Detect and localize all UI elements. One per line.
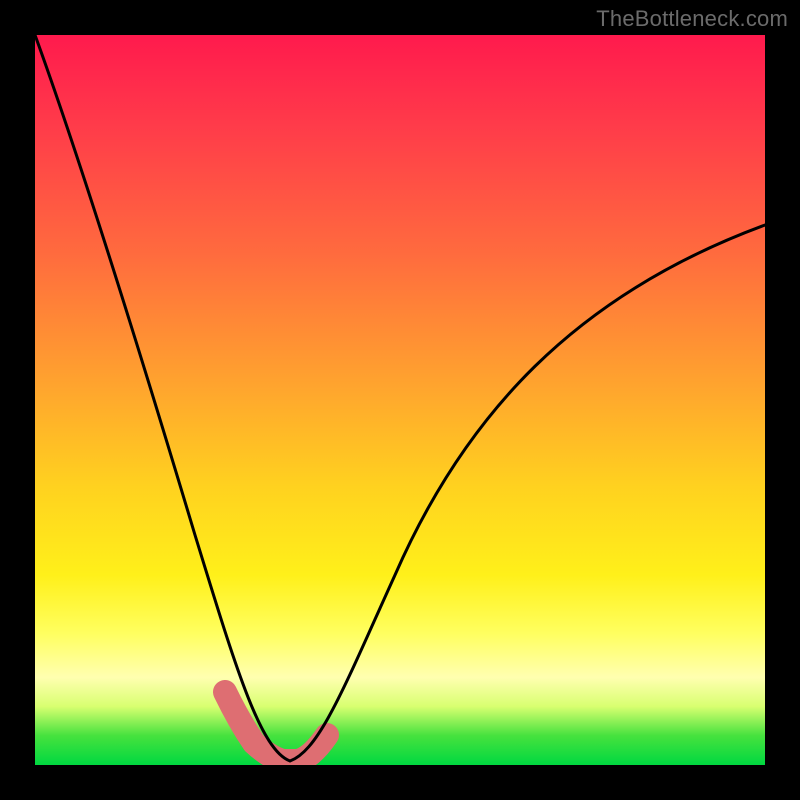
watermark-text: TheBottleneck.com (596, 6, 788, 32)
bottleneck-curve (35, 35, 765, 761)
chart-svg (35, 35, 765, 765)
chart-plot-area (35, 35, 765, 765)
chart-frame: TheBottleneck.com (0, 0, 800, 800)
